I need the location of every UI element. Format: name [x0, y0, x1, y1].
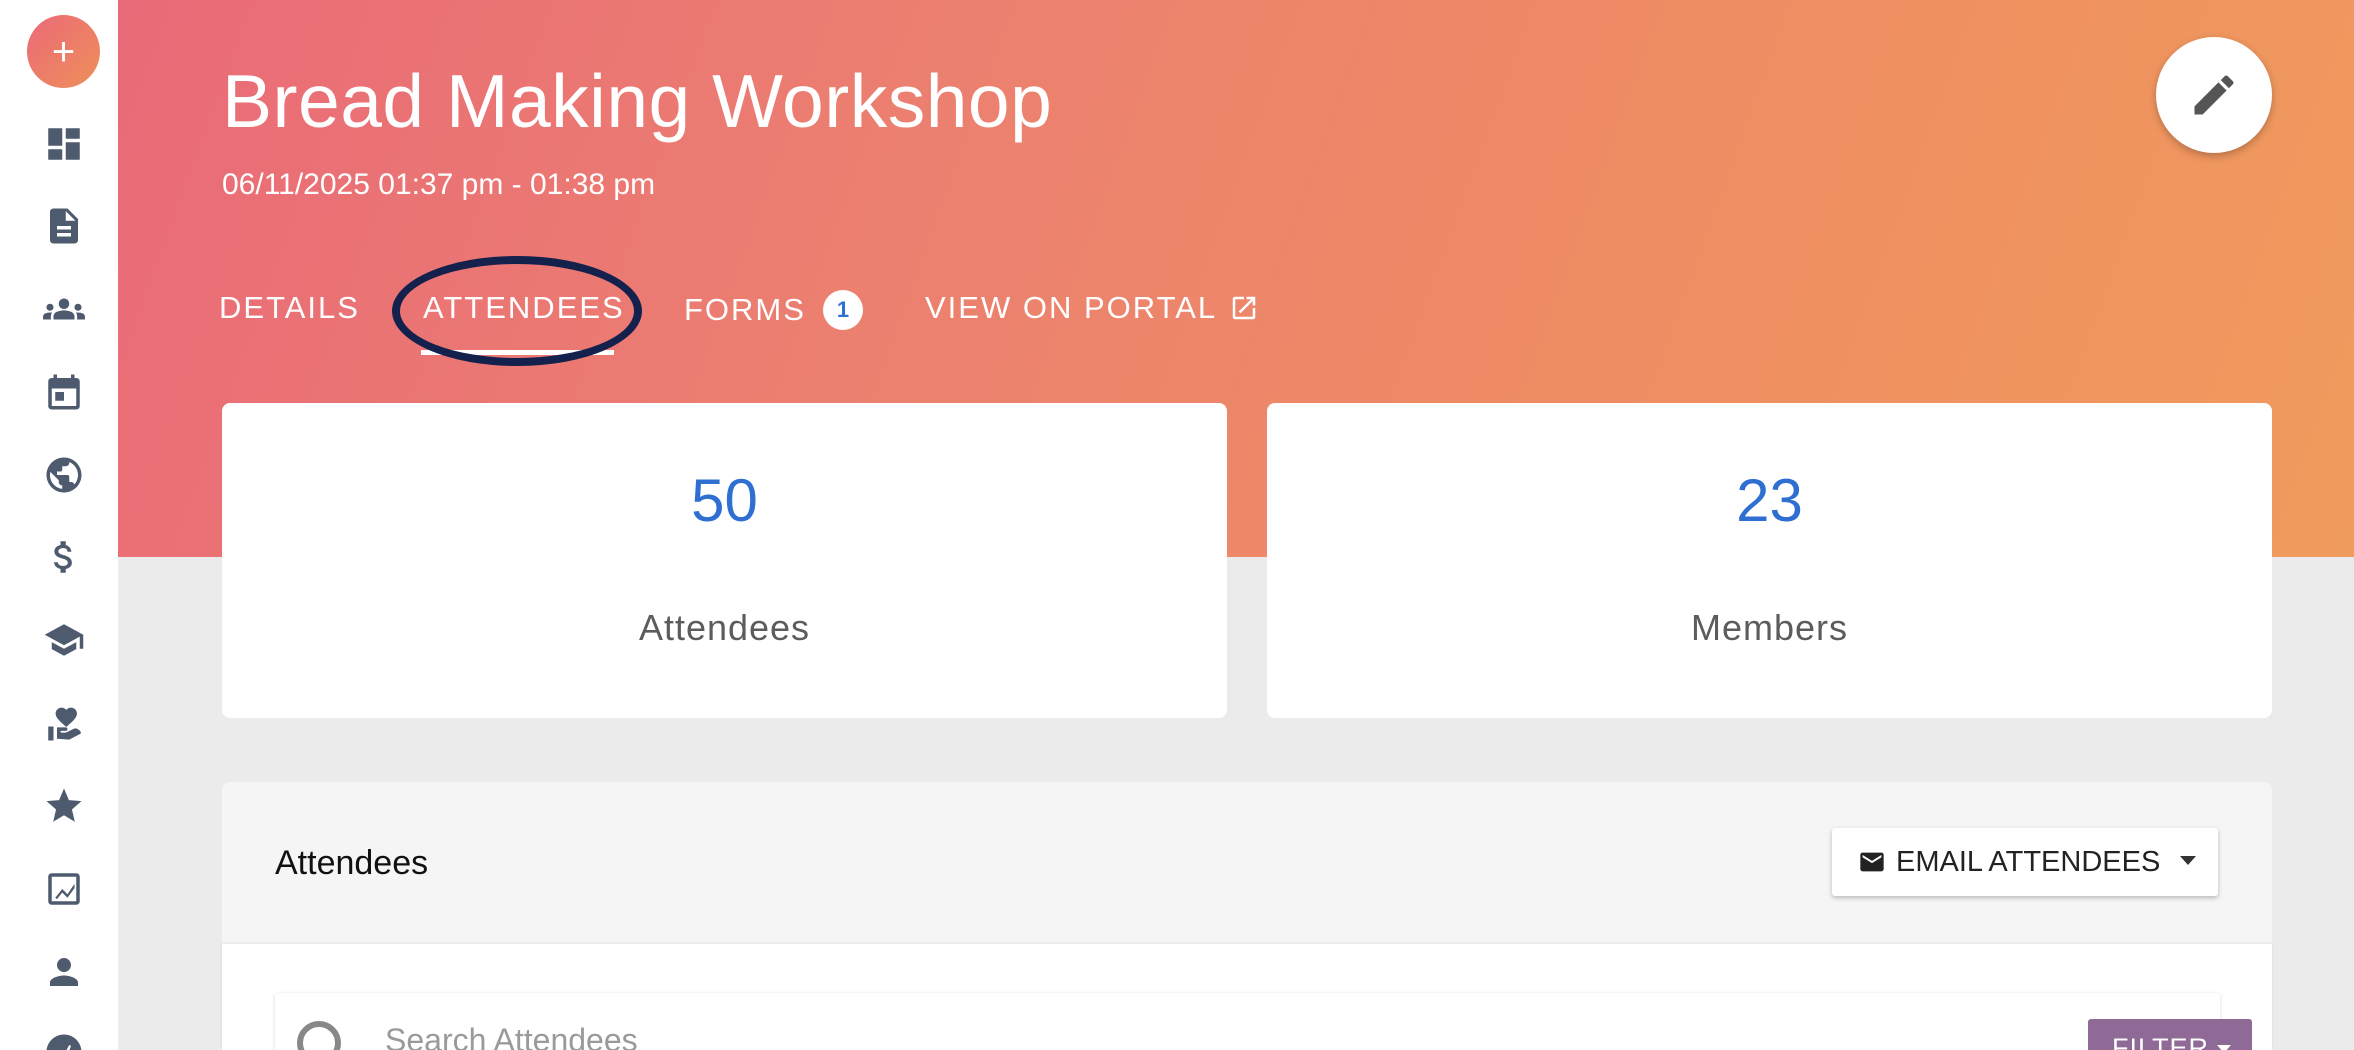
- tab-forms[interactable]: FORMS 1: [684, 290, 863, 330]
- forms-count-badge: 1: [822, 290, 863, 330]
- dollar-icon: [54, 541, 72, 573]
- nav-portal[interactable]: [40, 451, 88, 499]
- filter-button[interactable]: FILTER: [2088, 1019, 2252, 1050]
- mail-icon: [1860, 852, 1884, 872]
- graduation-cap-icon: [44, 624, 84, 656]
- groups-icon: [43, 298, 85, 320]
- attendees-panel: Attendees EMAIL ATTENDEES FILTER: [222, 782, 2272, 1050]
- attendees-stat-card: 50 Attendees: [222, 403, 1227, 718]
- chevron-down-icon: [2217, 1045, 2232, 1050]
- pencil-icon: [2194, 75, 2234, 115]
- dashboard-icon: [48, 128, 80, 160]
- members-stat-card: 23 Members: [1267, 403, 2272, 718]
- globe-icon: [46, 457, 82, 493]
- nav-finance[interactable]: [40, 533, 88, 581]
- tab-details[interactable]: DETAILS: [219, 290, 360, 326]
- members-count: 23: [1736, 467, 1803, 534]
- tab-label: FORMS: [684, 292, 806, 327]
- search-icon: [297, 1021, 341, 1050]
- heart-hand-icon: [48, 707, 81, 741]
- event-datetime: 06/11/2025 01:37 pm - 01:38 pm: [222, 168, 656, 201]
- chart-icon: [48, 873, 80, 905]
- nav-donations[interactable]: [40, 699, 88, 747]
- nav-calendar[interactable]: [40, 368, 88, 416]
- event-title: Bread Making Workshop: [222, 59, 1053, 143]
- open-external-icon: [1232, 296, 1256, 320]
- tab-label: VIEW ON PORTAL: [925, 290, 1218, 325]
- filter-label: FILTER: [2112, 1033, 2210, 1050]
- attendees-count: 50: [691, 467, 758, 534]
- annotation-circle: [392, 256, 642, 366]
- email-attendees-label: EMAIL ATTENDEES: [1896, 845, 2161, 878]
- panel-title: Attendees: [275, 844, 429, 882]
- calendar-icon: [48, 374, 80, 410]
- sidebar: +: [0, 0, 118, 1050]
- edit-button[interactable]: [2156, 37, 2272, 153]
- document-icon: [50, 208, 78, 244]
- person-icon: [50, 958, 78, 986]
- gauge-icon: [46, 1034, 82, 1050]
- nav-reports[interactable]: [40, 865, 88, 913]
- nav-dashboard[interactable]: [40, 120, 88, 168]
- plus-icon: +: [51, 29, 76, 74]
- members-count-label: Members: [1690, 607, 1849, 648]
- nav-favorites[interactable]: [40, 782, 88, 830]
- tab-label: DETAILS: [219, 290, 360, 325]
- search-input[interactable]: [385, 1015, 1885, 1050]
- attendees-count-label: Attendees: [638, 607, 811, 648]
- star-icon: [46, 788, 82, 822]
- tab-view-on-portal[interactable]: VIEW ON PORTAL: [925, 290, 1259, 326]
- nav-training[interactable]: [40, 616, 88, 664]
- attendees-list-area: FILTER: [222, 944, 2272, 1050]
- search-bar: FILTER: [275, 993, 2252, 1050]
- add-button[interactable]: +: [27, 15, 100, 88]
- nav-groups[interactable]: [40, 285, 88, 333]
- dropdown-caret-icon[interactable]: [2180, 856, 2196, 865]
- nav-settings[interactable]: [40, 1028, 88, 1050]
- nav-profile[interactable]: [40, 948, 88, 996]
- nav-documents[interactable]: [40, 202, 88, 250]
- email-attendees-button[interactable]: EMAIL ATTENDEES: [1832, 828, 2218, 896]
